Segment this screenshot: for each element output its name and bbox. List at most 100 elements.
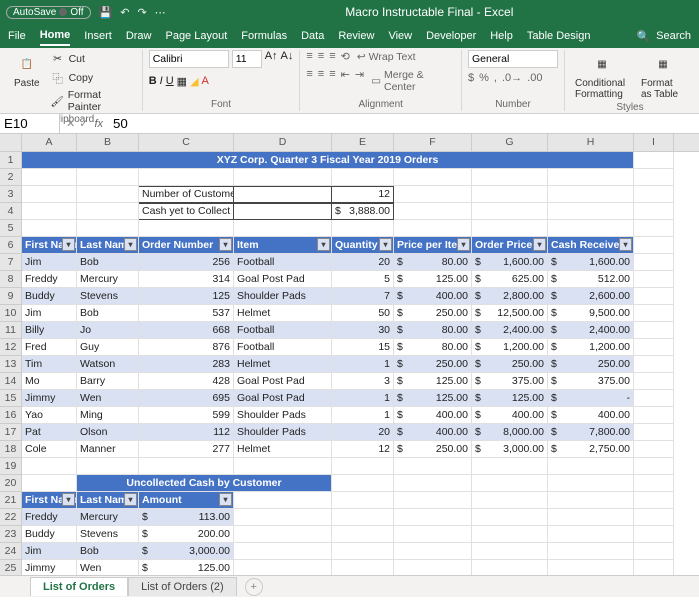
row-header[interactable]: 7	[0, 254, 22, 271]
cell[interactable]: Wen	[77, 560, 139, 575]
cell[interactable]: $400.00	[394, 424, 472, 441]
filter-dropdown-icon[interactable]: ▾	[317, 238, 330, 251]
cell[interactable]: Shoulder Pads	[234, 288, 332, 305]
align-bottom-icon[interactable]: ≡	[329, 50, 335, 64]
cell[interactable]: Stevens	[77, 288, 139, 305]
cell[interactable]: 30	[332, 322, 394, 339]
indent-increase-icon[interactable]: ⇥	[355, 68, 364, 94]
italic-button[interactable]: I	[160, 75, 163, 88]
cell[interactable]: 20	[332, 254, 394, 271]
formula-input[interactable]	[109, 114, 699, 133]
cell[interactable]: Mercury	[77, 509, 139, 526]
cell[interactable]: 277	[139, 441, 234, 458]
align-right-icon[interactable]: ≡	[329, 68, 335, 94]
wrap-text-button[interactable]: ↩Wrap Text	[355, 50, 418, 64]
filter-dropdown-icon[interactable]: ▾	[457, 238, 470, 251]
cell[interactable]: Football	[234, 322, 332, 339]
autosave-toggle[interactable]: AutoSave Off	[6, 6, 91, 19]
more-icon[interactable]: ⋯	[155, 6, 166, 19]
cell[interactable]	[634, 424, 674, 441]
cell[interactable]	[634, 220, 674, 237]
cell[interactable]: 599	[139, 407, 234, 424]
col-header[interactable]: C	[139, 134, 234, 151]
cell[interactable]: $400.00	[472, 407, 548, 424]
cell[interactable]: $250.00	[394, 441, 472, 458]
cell[interactable]	[548, 169, 634, 186]
cell[interactable]: Jim	[22, 543, 77, 560]
cell[interactable]: Quantity▾	[332, 237, 394, 254]
row-header[interactable]: 20	[0, 475, 22, 492]
filter-dropdown-icon[interactable]: ▾	[124, 238, 137, 251]
font-family-select[interactable]	[149, 50, 229, 68]
cell[interactable]	[548, 543, 634, 560]
cell[interactable]: 15	[332, 339, 394, 356]
row-header[interactable]: 3	[0, 186, 22, 203]
cell[interactable]: Billy	[22, 322, 77, 339]
tab-insert[interactable]: Insert	[84, 27, 112, 45]
border-icon[interactable]: ▦	[177, 75, 187, 88]
cell[interactable]: Barry	[77, 373, 139, 390]
cell[interactable]: $400.00	[548, 407, 634, 424]
cell[interactable]: $125.00	[394, 271, 472, 288]
cell[interactable]	[634, 186, 674, 203]
row-header[interactable]: 25	[0, 560, 22, 575]
cell[interactable]	[234, 203, 332, 220]
cell[interactable]: 50	[332, 305, 394, 322]
cell[interactable]: $375.00	[472, 373, 548, 390]
cell[interactable]: Freddy	[22, 509, 77, 526]
col-header[interactable]: E	[332, 134, 394, 151]
cell[interactable]: $80.00	[394, 339, 472, 356]
cell[interactable]	[548, 203, 634, 220]
cell[interactable]: $375.00	[548, 373, 634, 390]
row-header[interactable]: 13	[0, 356, 22, 373]
tab-draw[interactable]: Draw	[126, 27, 152, 45]
cell[interactable]: $400.00	[394, 407, 472, 424]
increase-font-icon[interactable]: A↑	[265, 50, 278, 68]
cell[interactable]	[332, 526, 394, 543]
sheet-title[interactable]: XYZ Corp. Quarter 3 Fiscal Year 2019 Ord…	[22, 152, 634, 169]
cell[interactable]: 3	[332, 373, 394, 390]
cell[interactable]	[472, 475, 548, 492]
cell[interactable]: Fred	[22, 339, 77, 356]
cell[interactable]	[472, 560, 548, 575]
cell[interactable]: Jimmy	[22, 390, 77, 407]
cell[interactable]	[394, 492, 472, 509]
cell[interactable]: 314	[139, 271, 234, 288]
cell[interactable]: 695	[139, 390, 234, 407]
cell[interactable]	[472, 186, 548, 203]
cell[interactable]	[472, 543, 548, 560]
paste-button[interactable]: 📋 Paste	[10, 50, 44, 91]
row-header[interactable]: 10	[0, 305, 22, 322]
cell[interactable]	[139, 458, 234, 475]
cell[interactable]	[472, 203, 548, 220]
row-header[interactable]: 15	[0, 390, 22, 407]
cell[interactable]	[332, 458, 394, 475]
cell[interactable]: $625.00	[472, 271, 548, 288]
cell[interactable]: Wen	[77, 390, 139, 407]
cell[interactable]: $250.00	[394, 305, 472, 322]
cell[interactable]: 5	[332, 271, 394, 288]
cell[interactable]	[234, 543, 332, 560]
cell[interactable]	[548, 220, 634, 237]
row-header[interactable]: 19	[0, 458, 22, 475]
cell[interactable]	[634, 237, 674, 254]
cell[interactable]: $512.00	[548, 271, 634, 288]
currency-icon[interactable]: $	[468, 72, 474, 84]
cell[interactable]	[634, 356, 674, 373]
cell[interactable]: $2,600.00	[548, 288, 634, 305]
cell[interactable]: $2,800.00	[472, 288, 548, 305]
comma-icon[interactable]: ,	[494, 72, 497, 84]
cell[interactable]: $12,500.00	[472, 305, 548, 322]
cell[interactable]	[394, 169, 472, 186]
cell[interactable]: Bob	[77, 543, 139, 560]
cell[interactable]	[77, 169, 139, 186]
cell[interactable]: 283	[139, 356, 234, 373]
align-middle-icon[interactable]: ≡	[318, 50, 324, 64]
col-header[interactable]: B	[77, 134, 139, 151]
percent-icon[interactable]: %	[479, 72, 489, 84]
row-header[interactable]: 23	[0, 526, 22, 543]
cell[interactable]: Stevens	[77, 526, 139, 543]
cell[interactable]: Olson	[77, 424, 139, 441]
font-color-icon[interactable]: A	[202, 75, 209, 88]
cell[interactable]	[634, 288, 674, 305]
